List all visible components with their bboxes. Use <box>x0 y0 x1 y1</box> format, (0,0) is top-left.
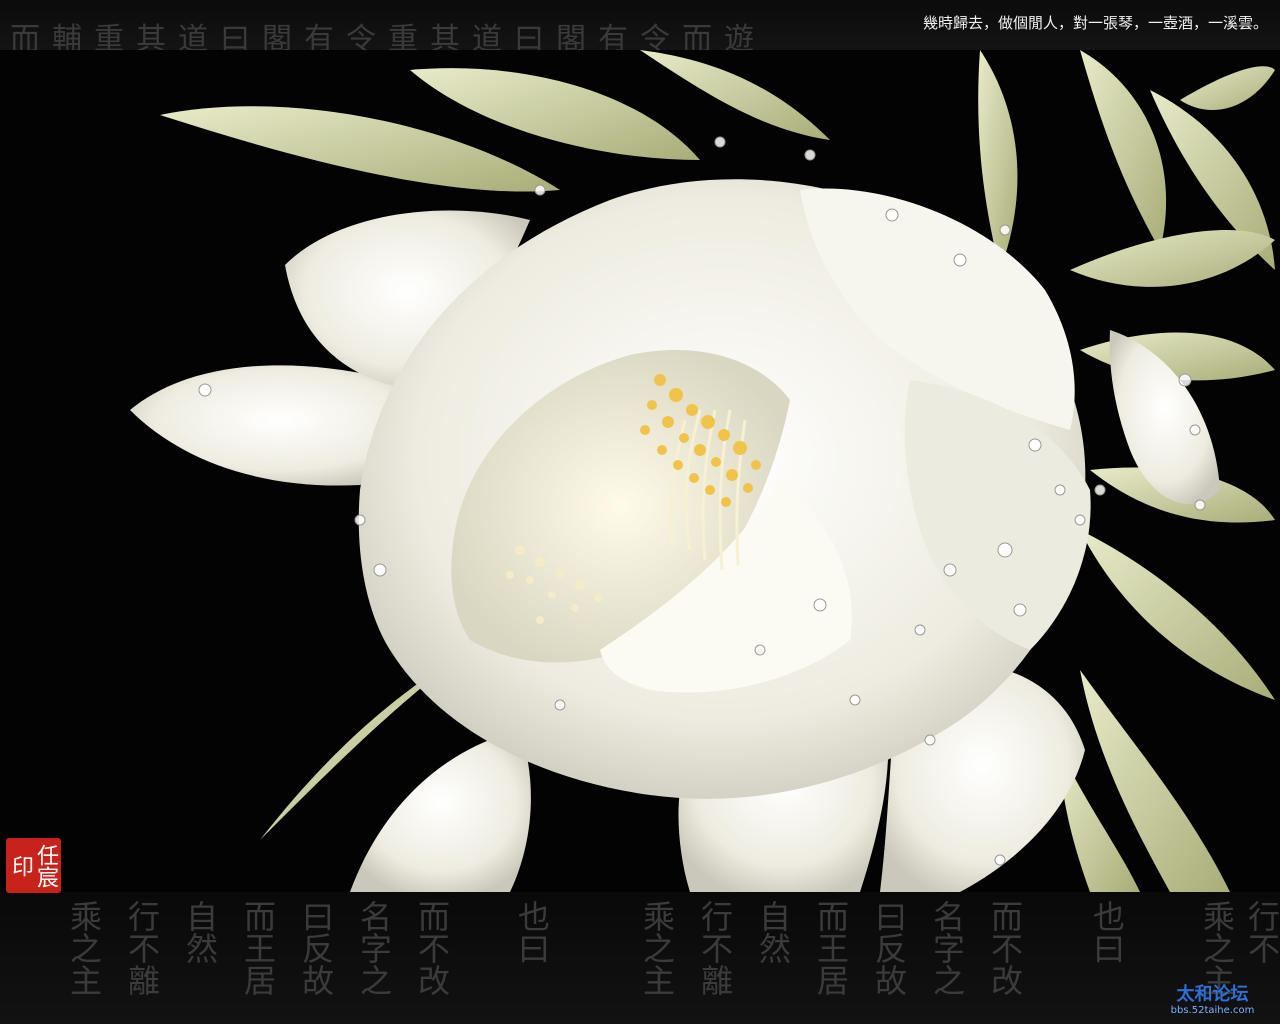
poem-line: 幾時歸去，做個閒人，對一張琴，一壺酒，一溪雲。 <box>922 14 1268 32</box>
calligraphy-column: 也曰 <box>513 900 551 964</box>
top-calligraphy-band: 而輔重其道曰閣有令重其道曰閣有令而遊 幾時歸去，做個閒人，對一張琴，一壺酒，一溪… <box>0 0 1280 50</box>
calligraphy-column: 行不 <box>1243 900 1280 964</box>
calligraphy-column: 曰反故 <box>870 900 908 996</box>
calligraphy-column: 名字之 <box>355 900 393 996</box>
top-calligraphy-text: 而輔重其道曰閣有令重其道曰閣有令而遊 <box>10 22 766 50</box>
seal-text: 任宸印 <box>8 843 58 888</box>
calligraphy-column: 而不改 <box>986 900 1024 996</box>
calligraphy-column: 行不離 <box>696 900 734 996</box>
flower-photo <box>0 50 1280 892</box>
calligraphy-column: 曰反故 <box>297 900 335 996</box>
calligraphy-column: 乘之主 <box>638 900 676 996</box>
calligraphy-column: 而不改 <box>413 900 451 996</box>
bottom-calligraphy-band: 乘之主 行不離 自然 而王居 曰反故 名字之 而不改 也曰 乘之主 行不離 自然… <box>0 892 1280 1024</box>
calligraphy-column: 自然 <box>181 900 219 964</box>
calligraphy-column: 而王居 <box>239 900 277 996</box>
calligraphy-column: 行不離 <box>123 900 161 996</box>
calligraphy-column: 名字之 <box>928 900 966 996</box>
red-seal-stamp: 任宸印 <box>6 838 61 893</box>
calligraphy-column: 也曰 <box>1088 900 1126 964</box>
calligraphy-column: 而王居 <box>812 900 850 996</box>
calligraphy-column: 乘之主 <box>1198 900 1236 996</box>
calligraphy-column: 自然 <box>754 900 792 964</box>
calligraphy-column: 乘之主 <box>65 900 103 996</box>
site-watermark: 太和论坛 bbs.52taihe.com <box>1155 985 1270 1017</box>
flower-icon <box>130 50 1275 892</box>
watermark-url: bbs.52taihe.com <box>1170 1005 1255 1016</box>
watermark-name: 太和论坛 <box>1176 984 1249 1005</box>
wallpaper: 而輔重其道曰閣有令重其道曰閣有令而遊 幾時歸去，做個閒人，對一張琴，一壺酒，一溪… <box>0 0 1280 1024</box>
